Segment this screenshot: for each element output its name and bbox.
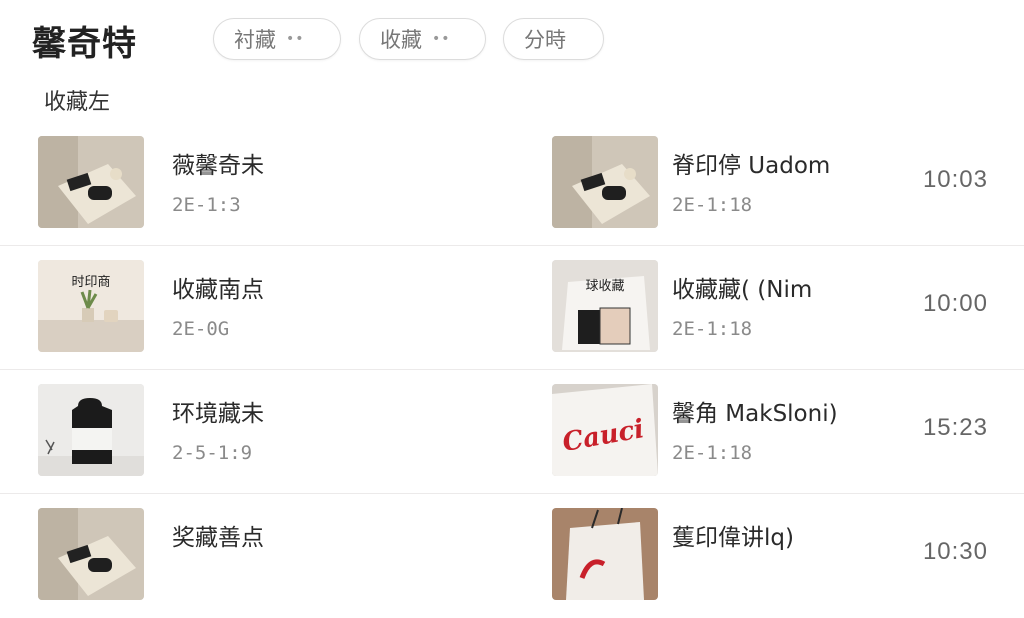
list-row: 薇馨奇未 2E-1:3 脊印停 Uadom 2E-1:18 10:03 xyxy=(0,122,1024,246)
list-item[interactable]: 奖藏善点 xyxy=(38,508,518,600)
item-title: 脊印停 Uadom xyxy=(672,153,831,179)
item-time: 10:00 xyxy=(922,290,988,317)
list-item[interactable]: 球收藏 收藏藏( (Nim 2E-1:18 10:00 xyxy=(552,260,1002,352)
list-item[interactable]: 环境藏未 2-5-1:9 xyxy=(38,384,518,476)
filter-chip-2[interactable]: 收藏 •• xyxy=(359,18,486,60)
filter-chip-label: 收藏 xyxy=(380,28,422,52)
item-subtitle: 2E-1:18 xyxy=(672,194,753,216)
red-script-bag-icon xyxy=(552,508,658,600)
app-header: 馨奇特 衬藏 •• 收藏 •• 分時 收藏左 xyxy=(0,0,1024,115)
thumb-caption: 时印商 xyxy=(71,275,110,290)
item-title: 收藏南点 xyxy=(172,277,264,303)
item-subtitle: 2E-1:3 xyxy=(172,194,241,216)
filter-chip-label: 分時 xyxy=(524,28,566,52)
app-title: 馨奇特 xyxy=(32,24,137,64)
tote-bag-icon: 球收藏 xyxy=(552,260,658,352)
list-row: 奖藏善点 蒦印偉讲lq) 10:30 xyxy=(0,494,1024,618)
list-item[interactable]: 脊印停 Uadom 2E-1:18 10:03 xyxy=(552,136,1002,228)
more-dots-icon: •• xyxy=(286,31,305,47)
item-title: 环境藏未 xyxy=(172,401,264,427)
thumb-caption: 球收藏 xyxy=(585,279,624,294)
item-subtitle: 2-5-1:9 xyxy=(172,442,253,464)
item-subtitle: 2E-1:18 xyxy=(672,442,753,464)
item-title: 馨角 MakSloni) xyxy=(672,401,838,427)
red-script-cloth-icon: Cauci xyxy=(552,384,658,476)
item-subtitle: 2E-0G xyxy=(172,318,230,340)
item-title: 薇馨奇未 xyxy=(172,153,264,179)
item-subtitle: 2E-1:18 xyxy=(672,318,753,340)
section-label: 收藏左 xyxy=(44,90,111,115)
item-title: 奖藏善点 xyxy=(172,525,264,551)
bag-icon xyxy=(38,136,144,228)
item-title: 收藏藏( (Nim xyxy=(672,277,813,303)
collection-list: 薇馨奇未 2E-1:3 脊印停 Uadom 2E-1:18 10:03 时印商 … xyxy=(0,122,1024,618)
item-time: 10:03 xyxy=(922,166,988,193)
more-dots-icon: •• xyxy=(432,31,451,47)
shelf-plant-icon: 时印商 xyxy=(38,260,144,352)
bag-icon xyxy=(38,508,144,600)
list-item[interactable]: 薇馨奇未 2E-1:3 xyxy=(38,136,518,228)
filter-chip-3[interactable]: 分時 xyxy=(503,18,604,60)
vase-icon xyxy=(38,384,144,476)
item-time: 15:23 xyxy=(922,414,988,441)
list-row: 时印商 收藏南点 2E-0G 球收藏 收藏藏( (Nim 2E-1:18 10:… xyxy=(0,246,1024,370)
list-item[interactable]: 蒦印偉讲lq) 10:30 xyxy=(552,508,1002,600)
list-item[interactable]: Cauci 馨角 MakSloni) 2E-1:18 15:23 xyxy=(552,384,1002,476)
item-time: 10:30 xyxy=(922,538,988,565)
item-title: 蒦印偉讲lq) xyxy=(672,525,794,551)
list-item[interactable]: 时印商 收藏南点 2E-0G xyxy=(38,260,518,352)
filter-chip-1[interactable]: 衬藏 •• xyxy=(213,18,341,60)
bag-icon xyxy=(552,136,658,228)
list-row: 环境藏未 2-5-1:9 Cauci 馨角 MakSloni) 2E-1:18 … xyxy=(0,370,1024,494)
filter-chip-label: 衬藏 xyxy=(234,28,276,52)
